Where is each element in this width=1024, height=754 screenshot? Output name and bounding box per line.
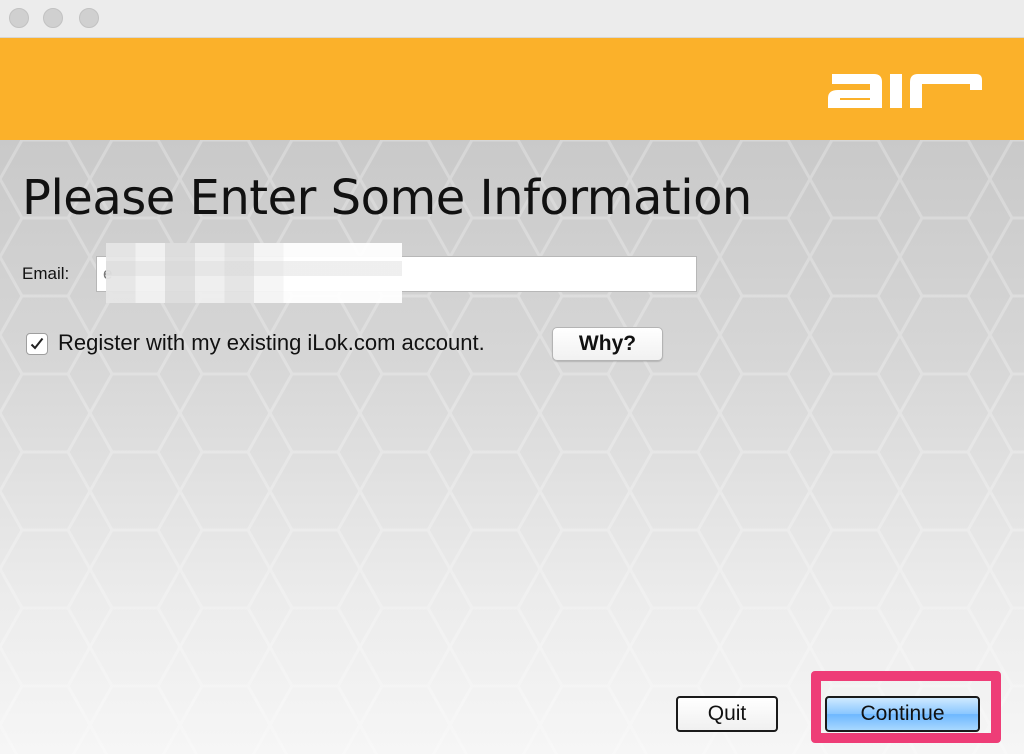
brand-header <box>0 38 1024 140</box>
content-area: Please Enter Some Information Email: Reg… <box>0 140 1024 754</box>
redacted-email-overlay <box>106 243 402 303</box>
register-checkbox[interactable] <box>26 333 48 355</box>
page-title: Please Enter Some Information <box>22 170 752 226</box>
app-window: Please Enter Some Information Email: Reg… <box>0 0 1024 754</box>
why-button[interactable]: Why? <box>552 327 663 361</box>
hexagon-background-pattern <box>0 140 1024 754</box>
zoom-window-button[interactable] <box>79 8 99 28</box>
continue-button[interactable]: Continue <box>825 696 980 732</box>
checkmark-icon <box>30 337 44 350</box>
close-window-button[interactable] <box>9 8 29 28</box>
air-logo <box>828 74 982 108</box>
quit-button[interactable]: Quit <box>676 696 778 732</box>
email-label: Email: <box>22 264 70 283</box>
minimize-window-button[interactable] <box>43 8 63 28</box>
title-bar <box>0 0 1024 38</box>
register-checkbox-label[interactable]: Register with my existing iLok.com accou… <box>58 330 485 356</box>
